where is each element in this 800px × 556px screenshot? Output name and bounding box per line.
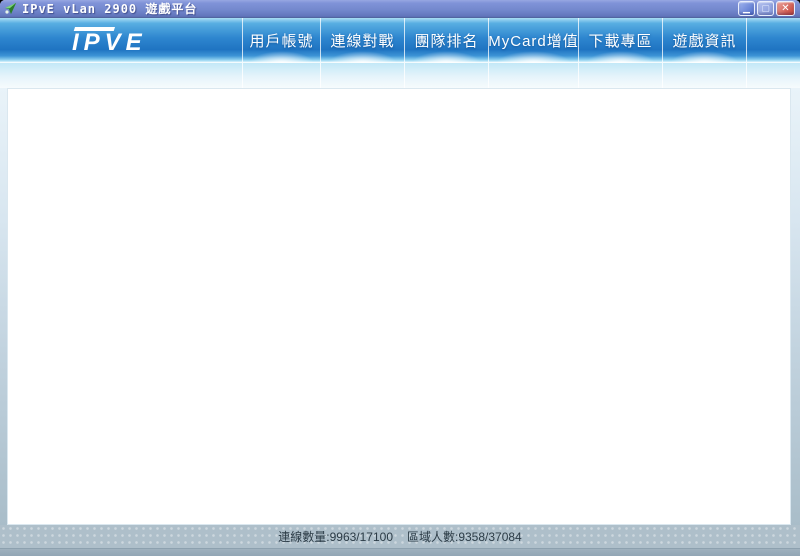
window-controls: ▁ ▢ ✕ [738,1,795,16]
titlebar[interactable]: IPvE vLan 2900 遊戲平台 ▁ ▢ ✕ [0,0,800,18]
strip-segment [578,63,662,88]
header: IPVE 用戶帳號 連線對戰 團隊排名 MyCard增值 下載專區 遊戲資訊 [0,18,800,63]
logo: IPVE [0,18,242,62]
content-frame [0,88,800,525]
connection-count: 連線數量:9963/17100 [278,530,393,544]
status-bar: 連線數量:9963/17100 區域人數:9358/37084 [0,525,800,548]
nav-label: MyCard增值 [488,32,579,50]
window-title: IPvE vLan 2900 遊戲平台 [22,2,198,16]
nav-item-download-zone[interactable]: 下載專區 [578,18,662,63]
minimize-button[interactable]: ▁ [738,1,755,16]
nav-item-online-battle[interactable]: 連線對戰 [320,18,404,63]
nav-filler [746,18,800,62]
nav-label: 連線對戰 [330,32,395,50]
strip-segment [746,63,800,88]
strip-segment [404,63,488,88]
strip-segment [662,63,746,88]
ipve-logo-graphic: IPVE [72,27,147,56]
svg-text:IPVE: IPVE [72,29,147,56]
nav-item-game-info[interactable]: 遊戲資訊 [662,18,746,63]
nav-item-mycard-topup[interactable]: MyCard增值 [488,18,579,63]
nav-label: 下載專區 [588,32,653,50]
app-window: IPvE vLan 2900 遊戲平台 ▁ ▢ ✕ IPVE 用戶帳號 連線對戰 [0,0,800,556]
strip-segment [242,63,320,88]
region-count: 區域人數:9358/37084 [407,530,522,544]
app-icon[interactable] [4,2,17,15]
strip-segment [488,63,578,88]
nav-label: 用戶帳號 [249,32,314,50]
nav-item-team-ranking[interactable]: 團隊排名 [404,18,488,63]
nav-label: 團隊排名 [414,32,479,50]
content-area [7,88,791,525]
strip-segment [0,63,242,88]
maximize-button[interactable]: ▢ [757,1,774,16]
nav-label: 遊戲資訊 [672,32,737,50]
window-bottom-edge [0,548,800,556]
strip-segment [320,63,404,88]
header-strip [0,63,800,88]
nav-item-user-account[interactable]: 用戶帳號 [242,18,320,63]
close-button[interactable]: ✕ [776,1,795,16]
main-nav: 用戶帳號 連線對戰 團隊排名 MyCard增值 下載專區 遊戲資訊 [242,18,800,63]
